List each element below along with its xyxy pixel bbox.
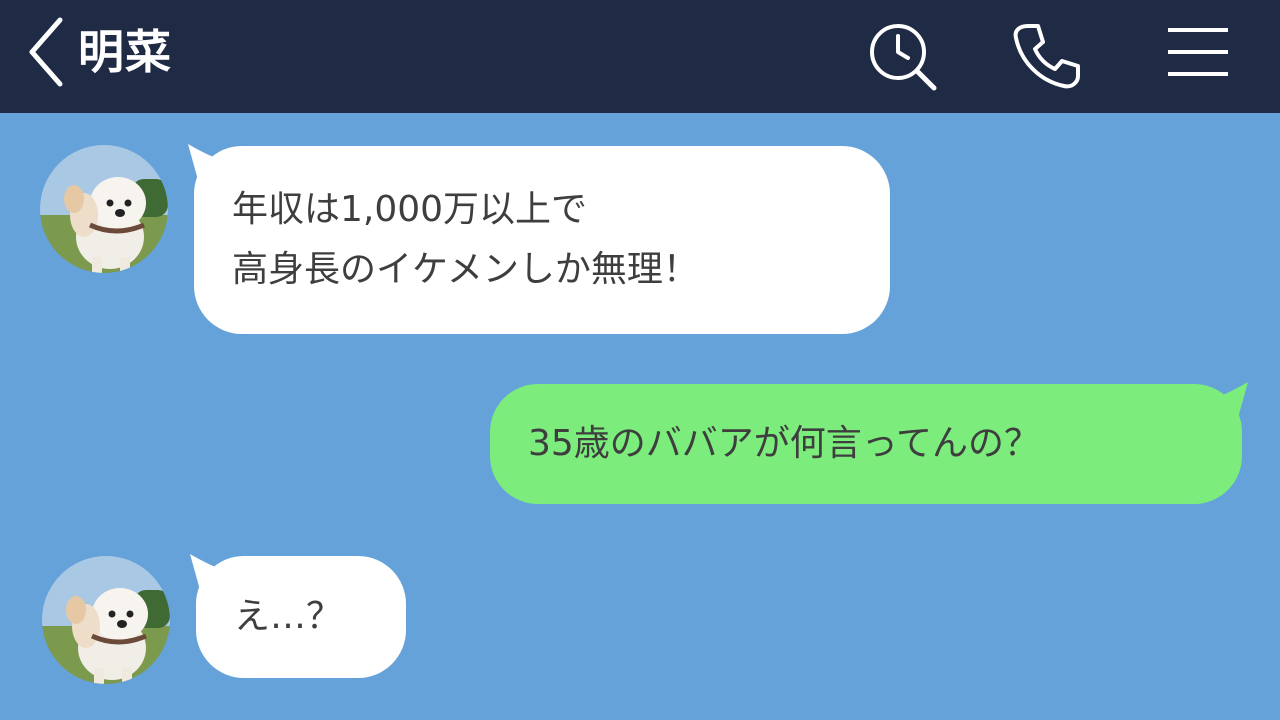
chat-title: 明菜 <box>78 25 172 79</box>
message-line: 35歳のババアが何言ってんの？ <box>528 423 1041 464</box>
chat-header: 明菜 <box>0 0 1280 113</box>
message-line: 年収は1,000万以上で <box>232 189 588 230</box>
menu-icon <box>1168 28 1228 76</box>
contact-avatar[interactable] <box>40 145 168 273</box>
chat-screen: 明菜 年収は1,000万以上で 高身長のイケメンしか無理！ 35歳のババアが何言… <box>0 0 1280 720</box>
message-text: え…？ <box>234 587 342 647</box>
incoming-message-bubble[interactable]: え…？ <box>190 554 406 678</box>
bubble-tail <box>1208 382 1248 422</box>
bubble-tail <box>190 554 230 594</box>
dog-avatar <box>42 556 170 684</box>
back-button[interactable] <box>22 14 70 90</box>
message-text: 35歳のババアが何言ってんの？ <box>528 414 1040 474</box>
incoming-message-bubble[interactable]: 年収は1,000万以上で 高身長のイケメンしか無理！ <box>188 144 890 334</box>
contact-avatar[interactable] <box>42 556 170 684</box>
call-button[interactable] <box>1008 18 1084 94</box>
message-line: え…？ <box>234 596 343 637</box>
message-text: 年収は1,000万以上で 高身長のイケメンしか無理！ <box>232 180 699 300</box>
chevron-left-icon <box>29 17 63 87</box>
dog-avatar <box>40 145 168 273</box>
search-button[interactable] <box>864 18 940 94</box>
message-line: 高身長のイケメンしか無理！ <box>232 249 699 290</box>
outgoing-message-bubble[interactable]: 35歳のババアが何言ってんの？ <box>490 382 1248 504</box>
menu-button[interactable] <box>1160 18 1236 94</box>
phone-icon <box>1013 24 1080 89</box>
bubble-tail <box>188 144 228 184</box>
search-history-icon <box>870 24 937 91</box>
